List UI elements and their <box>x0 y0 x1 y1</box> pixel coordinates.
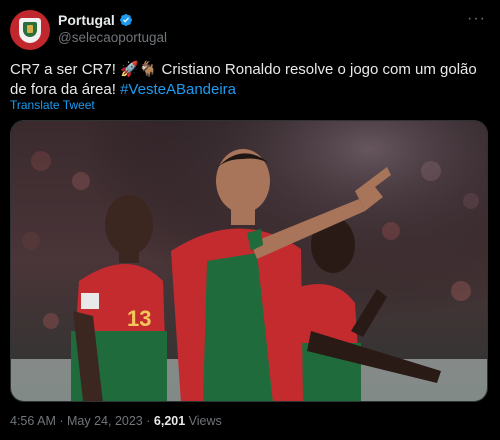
tweet-text: CR7 a ser CR7! 🚀🐐 Cristiano Ronaldo reso… <box>10 60 492 100</box>
meta-separator-2: · <box>146 414 151 428</box>
author-name-row[interactable]: Portugal <box>58 12 133 28</box>
tweet-metadata: 4:56 AM · May 24, 2023 · 6,201 Views <box>10 414 222 428</box>
more-icon[interactable]: ··· <box>467 10 486 28</box>
views-label: Views <box>188 414 222 428</box>
display-name[interactable]: Portugal <box>58 12 115 28</box>
tweet-date[interactable]: May 24, 2023 <box>67 414 143 428</box>
handle[interactable]: @selecaoportugal <box>58 30 167 45</box>
tweet-photo[interactable]: 13 <box>10 120 488 402</box>
tweet-time[interactable]: 4:56 AM <box>10 414 56 428</box>
verified-badge-icon <box>119 14 132 26</box>
meta-separator: · <box>59 414 64 428</box>
jersey-number: 13 <box>127 306 151 331</box>
views-count: 6,201 <box>153 414 186 428</box>
translate-tweet-link[interactable]: Translate Tweet <box>10 98 95 112</box>
hashtag-link[interactable]: #VesteABandeira <box>120 81 236 98</box>
tweet-body: CR7 a ser CR7! 🚀🐐 Cristiano Ronaldo reso… <box>10 61 477 98</box>
avatar[interactable] <box>10 10 50 50</box>
photo-illustration: 13 <box>11 121 487 401</box>
